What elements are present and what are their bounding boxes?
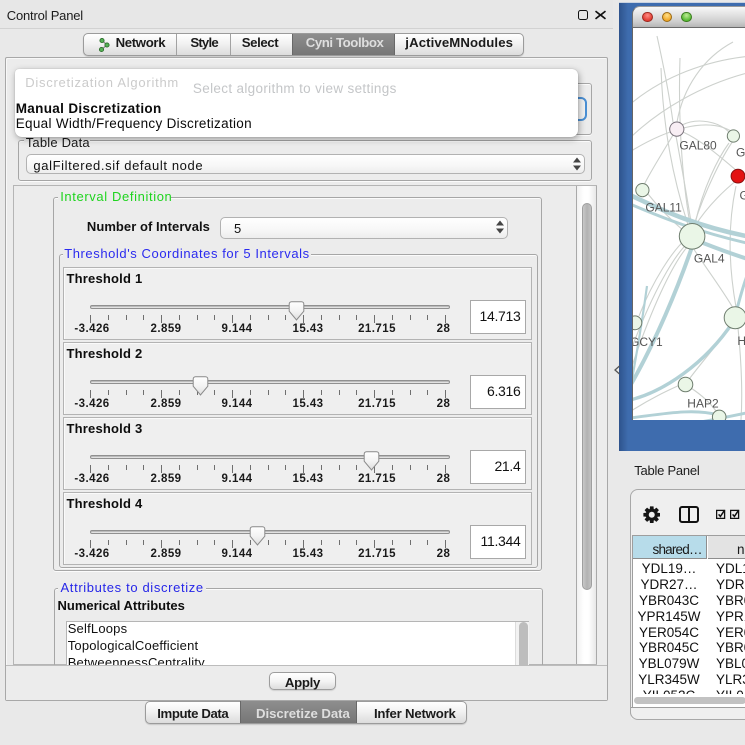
svg-text:GAL11: GAL11 [645, 200, 682, 214]
svg-text:GCY1: GCY1 [633, 335, 663, 349]
svg-text:H: H [737, 334, 745, 348]
svg-text:HAP2: HAP2 [687, 396, 719, 410]
svg-text:GAL: GAL [739, 188, 745, 202]
svg-text:GAL80: GAL80 [679, 138, 717, 152]
svg-text:GAL4: GAL4 [694, 251, 725, 265]
svg-text:GAL2: GAL2 [736, 145, 745, 159]
